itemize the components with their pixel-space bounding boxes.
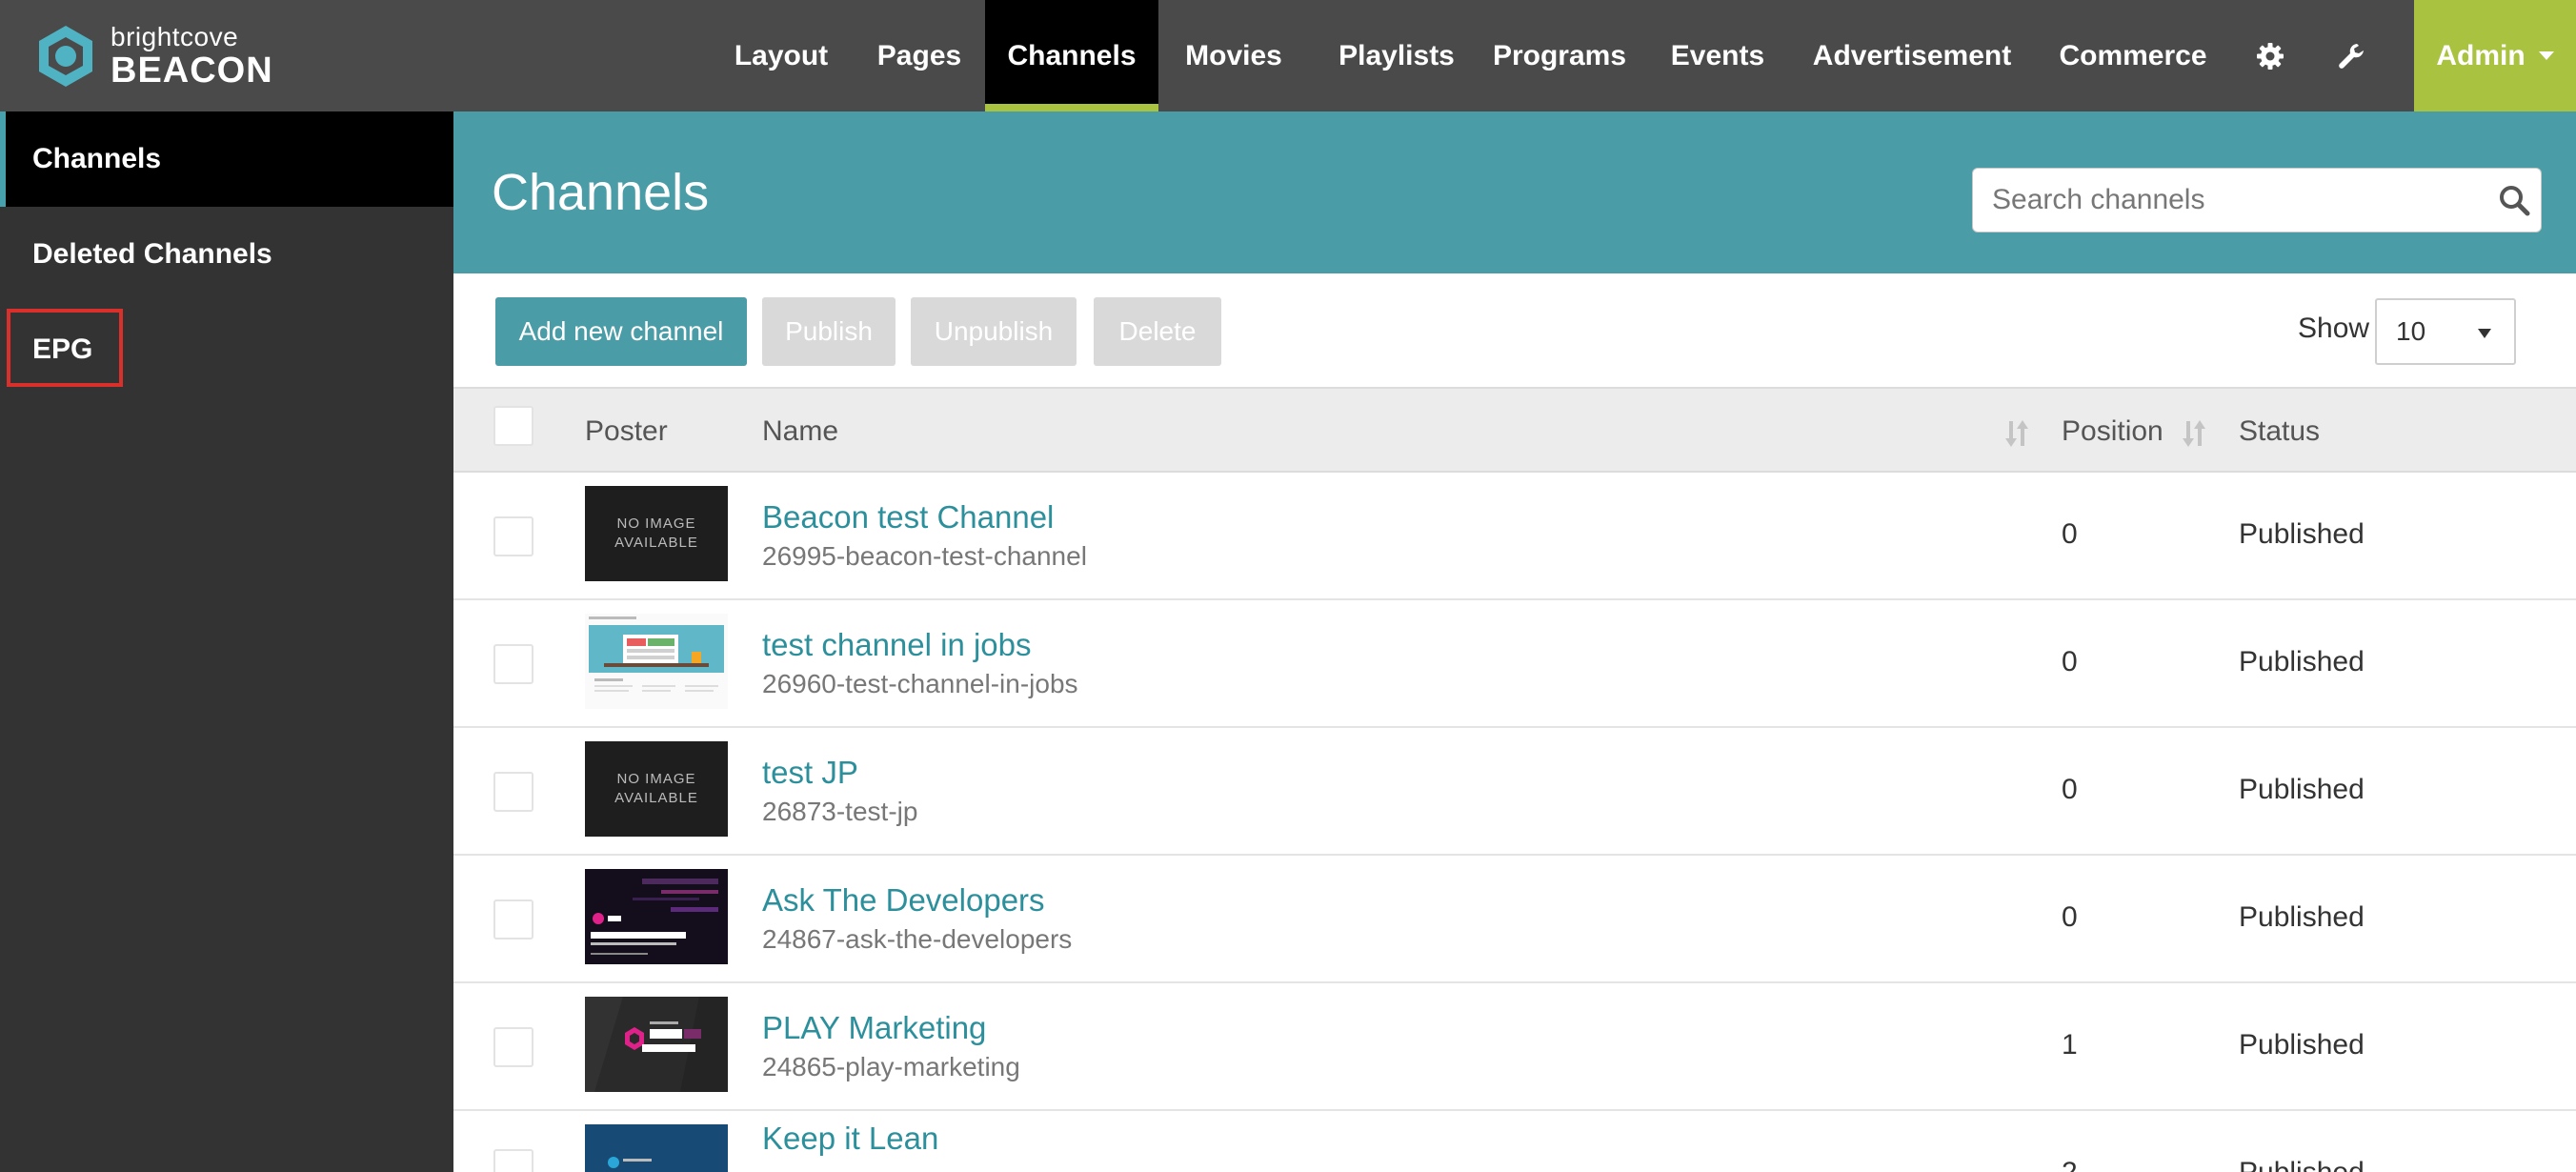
no-image-text: AVAILABLE bbox=[614, 790, 698, 806]
table-row: PLAY Marketing 24865-play-marketing 1 Pu… bbox=[453, 983, 2576, 1111]
no-image-text: AVAILABLE bbox=[614, 535, 698, 551]
column-status: Status bbox=[2239, 415, 2321, 447]
admin-menu[interactable]: Admin bbox=[2414, 0, 2576, 111]
nav-movies[interactable]: Movies bbox=[1162, 0, 1305, 111]
channel-status: Published bbox=[2239, 518, 2365, 550]
hexagon-logo-icon bbox=[39, 26, 92, 87]
channel-slug: 24867-ask-the-developers bbox=[762, 924, 1073, 954]
channel-name-link[interactable]: Beacon test Channel bbox=[762, 499, 1054, 535]
channel-position: 0 bbox=[2062, 646, 2078, 677]
brand-big-text: BEACON bbox=[111, 51, 273, 91]
channel-slug: 26995-beacon-test-channel bbox=[762, 541, 1087, 571]
channel-name-link[interactable]: Keep it Lean bbox=[762, 1121, 938, 1157]
channel-status: Published bbox=[2239, 1157, 2365, 1172]
admin-label: Admin bbox=[2436, 39, 2526, 71]
channel-status: Published bbox=[2239, 901, 2365, 933]
poster-no-image: NO IMAGE AVAILABLE bbox=[585, 486, 728, 581]
no-image-text: NO IMAGE bbox=[616, 515, 696, 532]
nav-playlists[interactable]: Playlists bbox=[1318, 0, 1475, 111]
row-checkbox[interactable] bbox=[493, 1149, 533, 1172]
dropdown-arrow-icon bbox=[2478, 329, 2491, 338]
channel-status: Published bbox=[2239, 646, 2365, 677]
row-checkbox[interactable] bbox=[493, 516, 533, 556]
sidebar-item-channels[interactable]: Channels bbox=[0, 111, 453, 207]
top-nav-bar: brightcove BEACON Layout Pages Channels … bbox=[0, 0, 2576, 111]
table-row: Ask The Developers 24867-ask-the-develop… bbox=[453, 856, 2576, 983]
nav-events[interactable]: Events bbox=[1658, 0, 1778, 111]
row-checkbox[interactable] bbox=[493, 772, 533, 812]
sort-position-icon[interactable] bbox=[2180, 417, 2208, 450]
sort-name-icon[interactable] bbox=[2002, 417, 2031, 450]
channel-status: Published bbox=[2239, 774, 2365, 805]
channel-name-link[interactable]: PLAY Marketing bbox=[762, 1010, 986, 1046]
column-position[interactable]: Position bbox=[2062, 415, 2163, 448]
row-checkbox[interactable] bbox=[493, 899, 533, 940]
poster-ask-developers bbox=[585, 869, 728, 964]
table-row: Keep it Lean 2 Published bbox=[453, 1111, 2576, 1172]
no-image-text: NO IMAGE bbox=[616, 771, 696, 787]
page-header: Channels bbox=[453, 111, 2576, 273]
poster-play-marketing bbox=[585, 997, 728, 1092]
select-all-checkbox[interactable] bbox=[493, 406, 533, 446]
channel-status: Published bbox=[2239, 1029, 2365, 1061]
poster-keep-it-lean bbox=[585, 1124, 728, 1172]
column-name[interactable]: Name bbox=[762, 415, 838, 448]
sidebar-item-deleted-channels[interactable]: Deleted Channels bbox=[0, 207, 453, 302]
column-poster: Poster bbox=[585, 415, 668, 447]
show-label: Show bbox=[2298, 313, 2370, 344]
publish-button[interactable]: Publish bbox=[762, 297, 896, 366]
channel-name-link[interactable]: test channel in jobs bbox=[762, 627, 1032, 663]
table-header: Poster Name Position Status bbox=[453, 387, 2576, 473]
brand-small-text: brightcove bbox=[111, 22, 239, 51]
delete-button[interactable]: Delete bbox=[1094, 297, 1221, 366]
show-count-value: 10 bbox=[2396, 316, 2426, 346]
channel-slug: 26873-test-jp bbox=[762, 797, 918, 826]
search-input[interactable] bbox=[1973, 169, 2487, 232]
unpublish-button[interactable]: Unpublish bbox=[911, 297, 1077, 366]
brand-logo[interactable]: brightcove BEACON bbox=[32, 23, 273, 90]
table-row: test channel in jobs 26960-test-channel-… bbox=[453, 600, 2576, 728]
nav-programs[interactable]: Programs bbox=[1484, 0, 1635, 111]
channel-position: 2 bbox=[2062, 1157, 2078, 1172]
channel-position: 0 bbox=[2062, 901, 2078, 933]
caret-down-icon bbox=[2538, 51, 2554, 60]
row-checkbox[interactable] bbox=[493, 1027, 533, 1067]
table-row: NO IMAGE AVAILABLE test JP 26873-test-jp… bbox=[453, 728, 2576, 856]
channel-name-link[interactable]: test JP bbox=[762, 755, 858, 791]
channel-slug: 26960-test-channel-in-jobs bbox=[762, 669, 1078, 698]
channel-name-link[interactable]: Ask The Developers bbox=[762, 882, 1045, 919]
nav-advertisement[interactable]: Advertisement bbox=[1808, 0, 2016, 111]
table-row: NO IMAGE AVAILABLE Beacon test Channel 2… bbox=[453, 473, 2576, 600]
sidebar: Channels Deleted Channels EPG bbox=[0, 111, 453, 1172]
channel-position: 1 bbox=[2062, 1029, 2078, 1061]
channel-position: 0 bbox=[2062, 518, 2078, 550]
poster-desk-illustration bbox=[585, 614, 728, 709]
epg-highlight-box bbox=[7, 309, 123, 387]
nav-layout[interactable]: Layout bbox=[714, 0, 848, 111]
nav-pages[interactable]: Pages bbox=[857, 0, 981, 111]
channel-position: 0 bbox=[2062, 774, 2078, 805]
channel-slug: 24865-play-marketing bbox=[762, 1052, 1020, 1081]
wrench-icon[interactable] bbox=[2326, 0, 2378, 111]
nav-channels[interactable]: Channels bbox=[985, 0, 1158, 111]
page-title: Channels bbox=[492, 164, 710, 221]
add-channel-button[interactable]: Add new channel bbox=[495, 297, 747, 366]
row-checkbox[interactable] bbox=[493, 644, 533, 684]
poster-no-image: NO IMAGE AVAILABLE bbox=[585, 741, 728, 837]
search-icon[interactable] bbox=[2495, 181, 2533, 219]
gear-icon[interactable] bbox=[2244, 0, 2296, 111]
show-count-select[interactable]: 10 bbox=[2375, 298, 2516, 365]
nav-commerce[interactable]: Commerce bbox=[2050, 0, 2216, 111]
search-box bbox=[1972, 168, 2542, 232]
